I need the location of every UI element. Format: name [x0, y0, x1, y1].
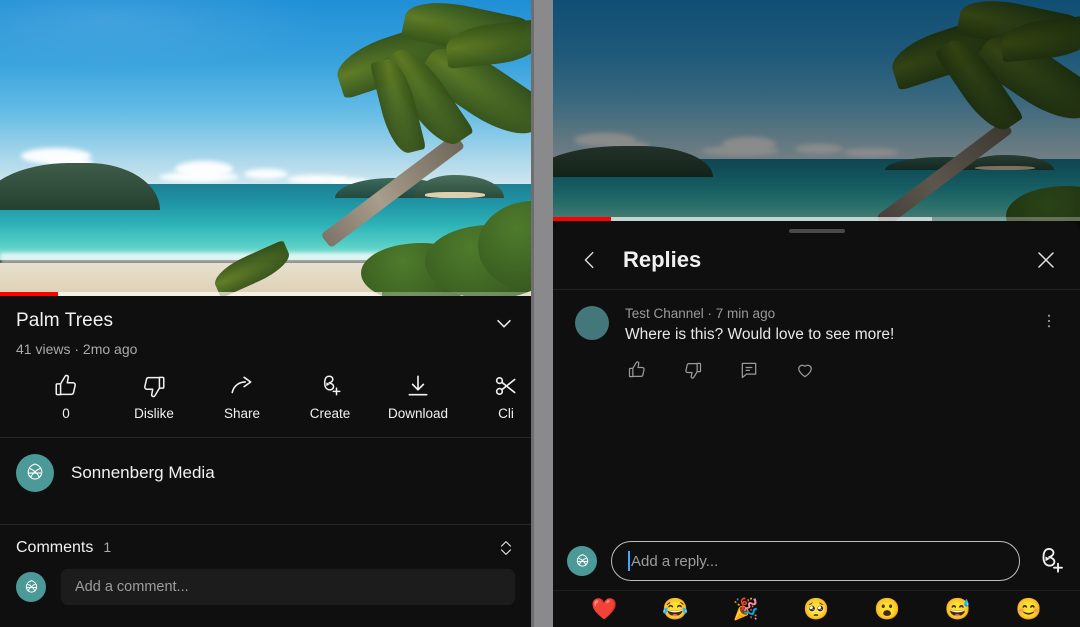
sort-icon[interactable] [497, 539, 515, 557]
create-short-button[interactable] [1034, 545, 1066, 577]
replies-bottom-sheet: Replies Test Channel · 7 min ago Where i… [553, 221, 1080, 627]
share-label: Share [223, 406, 261, 421]
video-progress-bar[interactable] [0, 292, 531, 296]
reply-author-meta: Test Channel · 7 min ago [625, 306, 776, 321]
avatar [16, 572, 46, 602]
left-video-panel: Palm Trees 41 views · 2mo ago 0 Dislike … [0, 0, 531, 627]
reply-list-item: Test Channel · 7 min ago Where is this? … [553, 290, 1080, 386]
video-player-right[interactable] [553, 0, 1080, 221]
add-comment-input[interactable]: Add a comment... [61, 569, 515, 605]
close-icon[interactable] [1034, 248, 1058, 272]
share-icon [229, 373, 255, 399]
beach-scene-image [0, 0, 531, 296]
like-count: 0 [62, 406, 70, 421]
channel-name: Sonnenberg Media [71, 463, 215, 482]
avatar [16, 454, 54, 492]
page-title: Replies [623, 247, 702, 272]
cloud [159, 171, 240, 182]
dislike-button[interactable]: Dislike [110, 373, 198, 421]
thumbs-up-icon[interactable] [627, 360, 647, 380]
emoji-item[interactable]: 🎉 [733, 599, 759, 620]
clip-label: Cli [498, 406, 514, 421]
right-replies-panel: Replies Test Channel · 7 min ago Where i… [553, 0, 1080, 627]
video-dim-overlay [553, 0, 1080, 221]
panel-divider [531, 0, 553, 627]
chevron-down-icon[interactable] [493, 312, 515, 334]
clip-button[interactable]: Cli [462, 373, 531, 421]
comments-header: Comments 1 [0, 525, 531, 557]
kebab-menu-icon[interactable] [1040, 310, 1058, 332]
emoji-item[interactable]: 😊 [1015, 599, 1041, 620]
create-icon [317, 373, 343, 399]
reply-bubble-icon[interactable] [739, 360, 759, 380]
video-action-bar: 0 Dislike Share Create Download Cli [0, 357, 531, 421]
thumbs-up-icon [53, 373, 79, 399]
share-button[interactable]: Share [198, 373, 286, 421]
add-comment-row[interactable]: Add a comment... [0, 557, 531, 619]
channel-row[interactable]: Sonnenberg Media [0, 438, 531, 508]
reply-action-row [625, 360, 1024, 380]
create-button[interactable]: Create [286, 373, 374, 421]
clip-icon [493, 373, 519, 399]
text-cursor [628, 551, 630, 571]
comments-label: Comments [16, 539, 94, 556]
reply-input-bar: Add a reply... [553, 532, 1080, 590]
emoji-item[interactable]: 🥺 [803, 599, 829, 620]
emoji-item[interactable]: 😂 [662, 599, 688, 620]
video-title: Palm Trees [16, 310, 114, 331]
avatar [567, 546, 597, 576]
progress-played [0, 292, 59, 296]
thumbs-down-icon [141, 373, 167, 399]
emoji-item[interactable]: 😮 [874, 599, 900, 620]
dislike-label: Dislike [134, 406, 174, 421]
create-label: Create [309, 406, 351, 421]
chevron-left-icon[interactable] [579, 249, 601, 271]
emoji-quick-row: ❤️ 😂 🎉 🥺 😮 😅 😊 [553, 590, 1080, 627]
like-button[interactable]: 0 [22, 373, 110, 421]
download-button[interactable]: Download [374, 373, 462, 421]
download-icon [405, 373, 431, 399]
avatar [575, 306, 609, 340]
emoji-item[interactable]: ❤️ [591, 599, 617, 620]
replies-header: Replies [553, 233, 1080, 289]
cloud [244, 168, 289, 179]
video-metadata: Palm Trees 41 views · 2mo ago [0, 296, 531, 357]
reply-input[interactable]: Add a reply... [611, 541, 1020, 581]
download-label: Download [387, 406, 449, 421]
reply-text: Where is this? Would love to see more! [625, 326, 895, 343]
thumbs-down-icon[interactable] [683, 360, 703, 380]
screenshot-root: Palm Trees 41 views · 2mo ago 0 Dislike … [0, 0, 1080, 627]
heart-icon[interactable] [795, 360, 815, 380]
sandbar [424, 192, 485, 199]
reply-input-placeholder: Add a reply... [631, 552, 719, 570]
comments-count: 1 [103, 539, 112, 555]
video-player-left[interactable] [0, 0, 531, 296]
emoji-item[interactable]: 😅 [945, 599, 971, 620]
video-stats: 41 views · 2mo ago [16, 341, 138, 357]
